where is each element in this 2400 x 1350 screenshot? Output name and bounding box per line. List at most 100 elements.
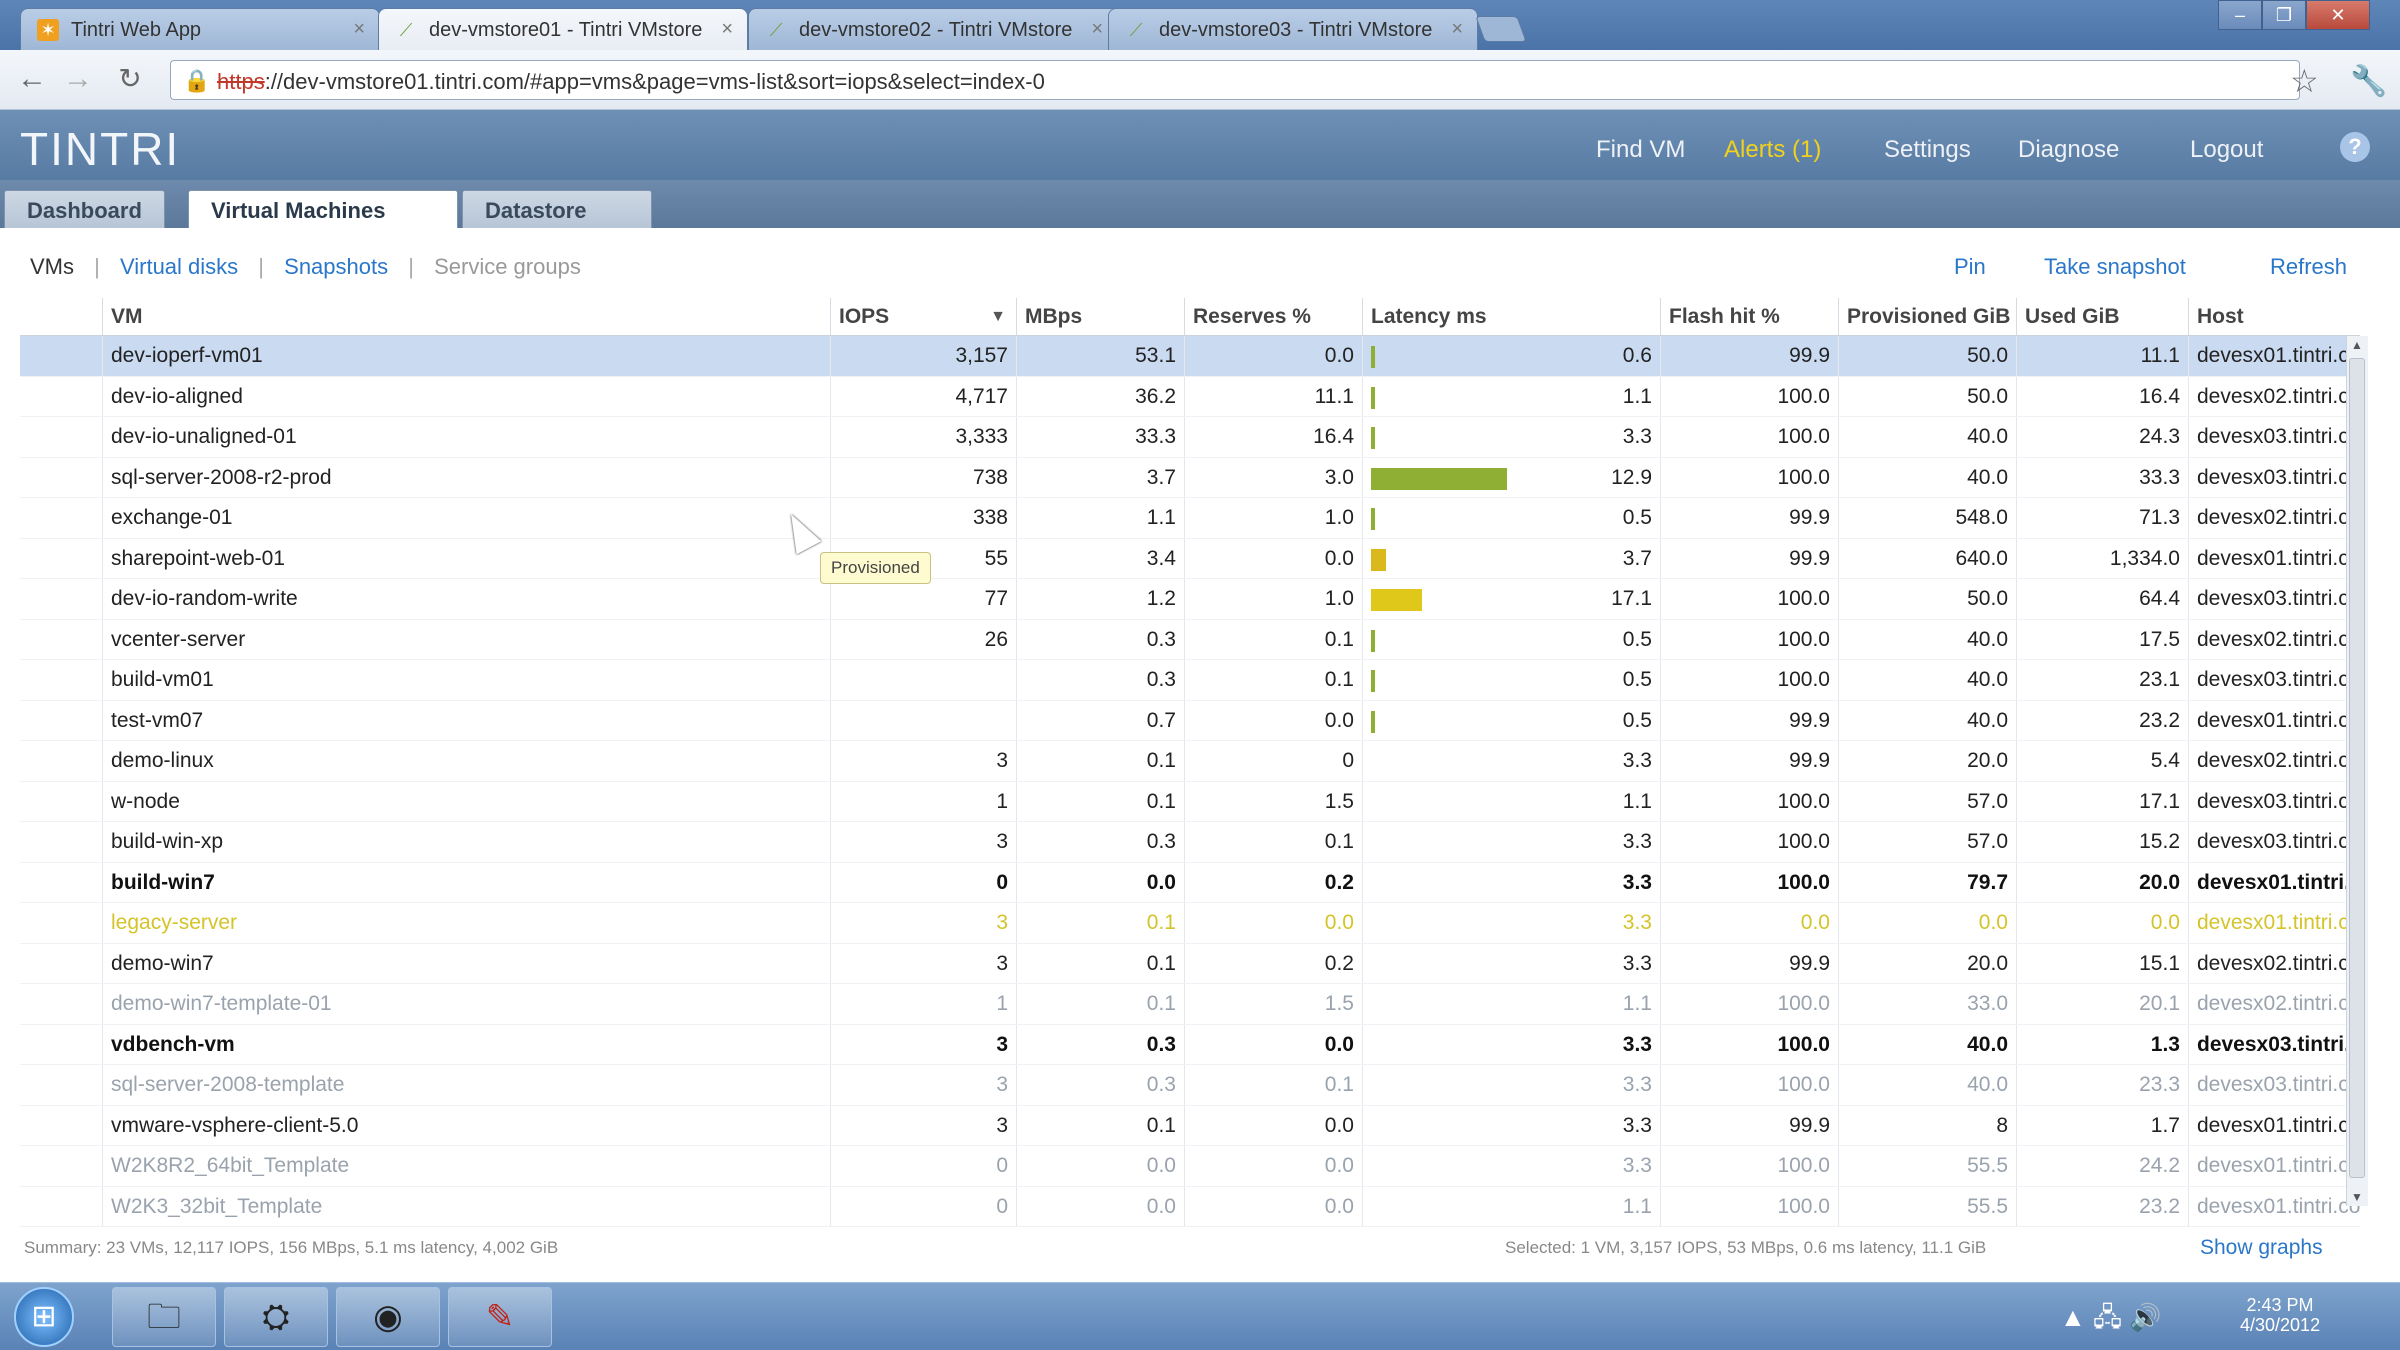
cell-provisioned: 8 <box>1838 1105 2016 1145</box>
pin-link[interactable]: Pin <box>1954 254 1986 280</box>
table-row[interactable]: demo-linux 3 0.1 0 3.3 99.9 20.0 5.4 devesx02.ti… <box>20 741 2360 782</box>
table-row[interactable]: demo-win7-template-01 1 0.1 1.5 1.1 100.0 33.0… <box>20 984 2360 1025</box>
folder-icon[interactable]: 🗀 <box>112 1287 216 1347</box>
refresh-link[interactable]: Refresh <box>2270 254 2347 280</box>
table-row[interactable]: exchange-01 338 1.1 1.0 0.5 99.9 548.0 71.3 deve… <box>20 498 2360 539</box>
table-row[interactable]: build-win7 0 0.0 0.2 3.3 100.0 79.7 20.0 devesx0… <box>20 862 2360 903</box>
cell-iops: 3,333 <box>830 417 1016 457</box>
wrench-menu-icon[interactable]: 🔧 <box>2350 64 2387 99</box>
forward-arrow-icon[interactable]: → <box>60 62 96 98</box>
cell-mbps: 3.4 <box>1016 538 1184 578</box>
subnav-virtual-disks[interactable]: Virtual disks <box>120 254 238 279</box>
tab-dashboard[interactable]: Dashboard <box>4 190 165 228</box>
col-mbps[interactable]: MBps <box>1016 298 1184 335</box>
cell-host: devesx03.tintri.com <box>2188 660 2360 700</box>
table-row[interactable]: sql-server-2008-r2-prod 738 3.7 3.0 12.9 100.… <box>20 457 2360 498</box>
browser-tab-label: Tintri Web App <box>71 19 202 41</box>
cell-flash: 0.0 <box>1660 903 1838 943</box>
browser-tab-2[interactable]: ⟋ dev-vmstore01 - Tintri VMstore × <box>378 8 748 50</box>
scroll-up-icon[interactable]: ▲ <box>2349 338 2365 352</box>
cell-reserves: 0.1 <box>1184 660 1362 700</box>
cell-provisioned: 40.0 <box>1838 619 2016 659</box>
close-tab-icon[interactable]: × <box>1091 18 1103 41</box>
table-row[interactable]: dev-ioperf-vm01 3,157 53.1 0.0 0.6 99.9 50.0 11… <box>20 336 2360 377</box>
settings-link[interactable]: Settings <box>1884 136 1971 164</box>
table-row[interactable]: dev-io-unaligned-01 3,333 33.3 16.4 3.3 100.0… <box>20 417 2360 458</box>
cell-flash: 99.9 <box>1660 538 1838 578</box>
col-flash-hit[interactable]: Flash hit % <box>1660 298 1838 335</box>
close-tab-icon[interactable]: × <box>1451 18 1463 41</box>
col-provisioned[interactable]: Provisioned GiB <box>1838 298 2016 335</box>
diagnose-link[interactable]: Diagnose <box>2018 136 2119 164</box>
subnav-vms[interactable]: VMs <box>30 254 74 279</box>
cell-used: 24.2 <box>2016 1146 2188 1186</box>
table-scrollbar[interactable]: ▲ ▼ <box>2346 336 2368 1206</box>
table-row[interactable]: build-vm01 0.3 0.1 0.5 100.0 40.0 23.1 devesx03… <box>20 660 2360 701</box>
maximize-button[interactable]: ❐ <box>2262 0 2306 30</box>
chrome-icon[interactable]: ◉ <box>336 1287 440 1347</box>
cell-used: 33.3 <box>2016 457 2188 497</box>
latency-value: 17.1 <box>1611 587 1652 610</box>
reload-icon[interactable]: ↻ <box>112 62 148 98</box>
logout-link[interactable]: Logout <box>2190 136 2263 164</box>
taskbar-clock[interactable]: 2:43 PM 4/30/2012 <box>2240 1295 2320 1335</box>
cell-vm: build-vm01 <box>102 660 830 700</box>
browser-tab-3[interactable]: ⟋ dev-vmstore02 - Tintri VMstore × <box>748 8 1118 50</box>
col-vm[interactable]: VM <box>102 298 830 335</box>
back-arrow-icon[interactable]: ← <box>14 62 50 98</box>
bookmark-star-icon[interactable]: ☆ <box>2290 62 2319 100</box>
col-host[interactable]: Host <box>2188 298 2360 335</box>
table-row[interactable]: sharepoint-web-01 55 3.4 0.0 3.7 99.9 640.0 1,3… <box>20 538 2360 579</box>
help-icon[interactable]: ? <box>2340 132 2370 162</box>
browser-tab-label: dev-vmstore01 - Tintri VMstore <box>429 19 703 41</box>
latency-bar-track <box>1371 1035 1583 1057</box>
cell-host: devesx02.tintri.com <box>2188 619 2360 659</box>
new-tab-button[interactable] <box>1475 16 1527 42</box>
minimize-button[interactable]: – <box>2218 0 2262 30</box>
cell-iops: 3 <box>830 1105 1016 1145</box>
col-used[interactable]: Used GiB <box>2016 298 2188 335</box>
system-tray[interactable]: ▲ 🖧 🔊 <box>2060 1299 2162 1343</box>
latency-value: 3.3 <box>1622 1073 1652 1096</box>
take-snapshot-link[interactable]: Take snapshot <box>2044 254 2186 280</box>
table-row[interactable]: w-node 1 0.1 1.5 1.1 100.0 57.0 17.1 devesx03.ti… <box>20 781 2360 822</box>
table-row[interactable]: build-win-xp 3 0.3 0.1 3.3 100.0 57.0 15.2 deves… <box>20 822 2360 863</box>
tab-virtual-machines[interactable]: Virtual Machines <box>188 190 458 228</box>
table-row[interactable]: demo-win7 3 0.1 0.2 3.3 99.9 20.0 15.1 devesx02.… <box>20 943 2360 984</box>
close-window-button[interactable]: ✕ <box>2306 0 2370 30</box>
table-row[interactable]: sql-server-2008-template 3 0.3 0.1 3.3 100.0 4… <box>20 1065 2360 1106</box>
table-row[interactable]: dev-io-random-write 77 1.2 1.0 17.1 100.0 50.0… <box>20 579 2360 620</box>
latency-bar-track <box>1371 710 1583 733</box>
latency-bar <box>1371 386 1376 409</box>
table-row[interactable]: W2K8R2_64bit_Template 0 0.0 0.0 3.3 100.0 55.5… <box>20 1146 2360 1187</box>
table-row[interactable]: vcenter-server 26 0.3 0.1 0.5 100.0 40.0 17.5 de… <box>20 619 2360 660</box>
subnav-service-groups[interactable]: Service groups <box>434 254 581 279</box>
col-reserves[interactable]: Reserves % <box>1184 298 1362 335</box>
table-row[interactable]: vmware-vsphere-client-5.0 3 0.1 0.0 3.3 99.9 8… <box>20 1105 2360 1146</box>
table-row[interactable]: vdbench-vm 3 0.3 0.0 3.3 100.0 40.0 1.3 devesx03… <box>20 1024 2360 1065</box>
acrobat-icon[interactable]: ✎ <box>448 1287 552 1347</box>
cell-reserves: 1.5 <box>1184 984 1362 1024</box>
tab-datastore[interactable]: Datastore <box>462 190 652 228</box>
table-row[interactable]: dev-io-aligned 4,717 36.2 11.1 1.1 100.0 50.0 1… <box>20 376 2360 417</box>
alerts-link[interactable]: Alerts (1) <box>1724 136 1821 164</box>
table-row[interactable]: W2K3_32bit_Template 0 0.0 0.0 1.1 100.0 55.5 23… <box>20 1186 2360 1227</box>
vsphere-client-icon[interactable]: ⛭ <box>224 1287 328 1347</box>
latency-bar-track <box>1371 832 1583 854</box>
start-button[interactable]: ⊞ <box>14 1287 74 1347</box>
cell-host: devesx03.tintri.com <box>2188 1065 2360 1105</box>
address-bar[interactable]: 🔒 https://dev-vmstore01.tintri.com/#app=… <box>170 60 2300 100</box>
browser-tab-1[interactable]: ✶ Tintri Web App × <box>20 8 380 50</box>
table-row[interactable]: test-vm07 0.7 0.0 0.5 99.9 40.0 23.2 devesx01.t… <box>20 700 2360 741</box>
table-row[interactable]: legacy-server 3 0.1 0.0 3.3 0.0 0.0 0.0 devesx01… <box>20 903 2360 944</box>
find-vm-link[interactable]: Find VM <box>1596 136 1685 164</box>
col-iops[interactable]: IOPS ▼ <box>830 298 1016 335</box>
col-latency[interactable]: Latency ms <box>1362 298 1660 335</box>
show-graphs-link[interactable]: Show graphs <box>2200 1236 2323 1260</box>
scrollbar-thumb[interactable] <box>2349 358 2365 1178</box>
subnav-snapshots[interactable]: Snapshots <box>284 254 388 279</box>
close-tab-icon[interactable]: × <box>721 18 733 41</box>
scroll-down-icon[interactable]: ▼ <box>2349 1190 2365 1204</box>
close-tab-icon[interactable]: × <box>353 18 365 41</box>
browser-tab-4[interactable]: ⟋ dev-vmstore03 - Tintri VMstore × <box>1108 8 1478 50</box>
